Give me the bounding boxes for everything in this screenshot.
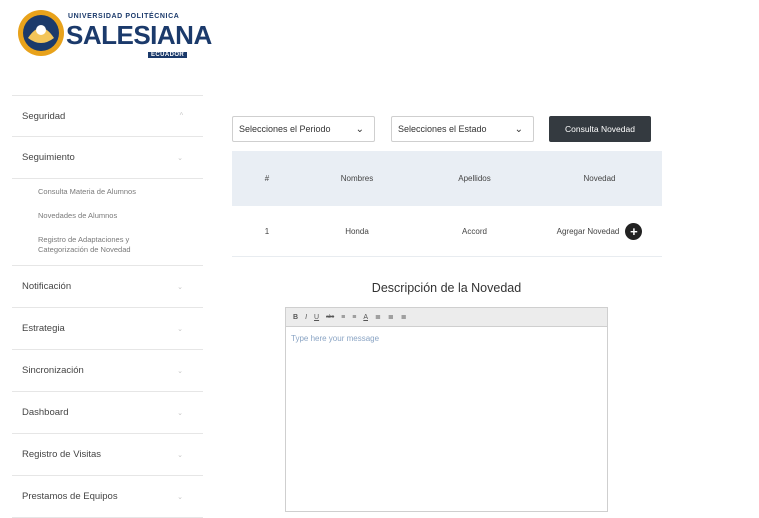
agregar-novedad-label[interactable]: Agregar Novedad: [557, 227, 620, 236]
sidebar-item-label: Seguridad: [22, 110, 66, 122]
sidebar-item-label: Notificación: [22, 281, 72, 292]
sidebar-item-dashboard[interactable]: Dashboard ⌄: [12, 392, 203, 434]
editor-toolbar: B I U abc ≡ ≡ A ≣ ≣ ≣: [286, 308, 607, 327]
chevron-down-icon: ⌄: [514, 124, 523, 135]
sidebar-item-registro-visitas[interactable]: Registro de Visitas ⌄: [12, 434, 203, 476]
sidebar-item-label: Registro de Visitas: [22, 449, 102, 460]
sidebar-item-notificacion[interactable]: Notificación ⌄: [12, 266, 203, 308]
sidebar-item-seguridad[interactable]: Seguridad ^: [12, 95, 203, 137]
seal-icon: [18, 10, 64, 56]
sidebar-subitem-consulta-materia[interactable]: Consulta Materia de Alumnos: [38, 187, 203, 197]
sidebar-item-seguimiento[interactable]: Seguimiento ⌄: [12, 137, 203, 179]
rich-text-editor[interactable]: B I U abc ≡ ≡ A ≣ ≣ ≣ Type here your mes…: [285, 307, 608, 512]
table-row: 1 Honda Accord Agregar Novedad +: [232, 206, 662, 257]
chevron-up-icon: ^: [179, 112, 183, 120]
sidebar-subitem-novedades[interactable]: Novedades de Alumnos: [38, 211, 203, 221]
table-header: # Nombres Apellidos Novedad: [232, 151, 662, 206]
chevron-down-icon: ⌄: [177, 283, 183, 291]
cell-novedad: Agregar Novedad +: [537, 222, 662, 240]
description-title: Descripción de la Novedad: [371, 281, 522, 295]
sidebar-submenu: Consulta Materia de Alumnos Novedades de…: [12, 179, 203, 266]
estado-select[interactable]: Selecciones el Estado ⌄: [391, 116, 534, 142]
logo-university-text: UNIVERSIDAD POLITÉCNICA: [68, 13, 180, 20]
header-novedad: Novedad: [583, 174, 616, 183]
chevron-down-icon: ⌄: [355, 124, 364, 135]
align-center-icon[interactable]: ≣: [388, 313, 394, 321]
cell-nombres: Honda: [345, 226, 369, 236]
logo-name-text: SALESIANA: [66, 20, 212, 50]
consulta-novedad-button[interactable]: Consulta Novedad: [549, 116, 651, 142]
sidebar-item-label: Prestamos de Equipos: [22, 491, 118, 502]
sidebar-item-label: Sincronización: [22, 365, 84, 376]
chevron-down-icon: ⌄: [177, 493, 183, 501]
bold-icon[interactable]: B: [293, 314, 298, 321]
cell-apellidos: Accord: [462, 226, 487, 236]
sidebar-item-label: Estrategia: [22, 323, 65, 334]
sidebar-item-estrategia[interactable]: Estrategia ⌄: [12, 308, 203, 350]
font-color-icon[interactable]: A: [363, 314, 368, 321]
editor-placeholder[interactable]: Type here your message: [286, 327, 607, 350]
periodo-select-value: Selecciones el Periodo: [239, 124, 331, 134]
numbered-list-icon[interactable]: ≡: [352, 314, 356, 321]
cell-number: 1: [264, 226, 270, 236]
logo-country-text: ECUADOR: [148, 52, 188, 58]
chevron-down-icon: ⌄: [177, 154, 183, 162]
strikethrough-icon[interactable]: abc: [326, 314, 334, 320]
sidebar: Seguridad ^ Seguimiento ⌄ Consulta Mater…: [12, 95, 203, 518]
sidebar-item-sincronizacion[interactable]: Sincronización ⌄: [12, 350, 203, 392]
sidebar-item-label: Seguimiento: [22, 152, 75, 163]
italic-icon[interactable]: I: [305, 314, 307, 321]
chevron-down-icon: ⌄: [177, 409, 183, 417]
plus-icon[interactable]: +: [625, 222, 643, 240]
chevron-down-icon: ⌄: [177, 367, 183, 375]
align-left-icon[interactable]: ≣: [375, 313, 381, 321]
underline-icon[interactable]: U: [314, 314, 319, 321]
header-nombres: Nombres: [340, 174, 374, 183]
sidebar-subitem-registro-adaptaciones[interactable]: Registro de Adaptaciones y Categorizació…: [38, 235, 168, 255]
periodo-select[interactable]: Selecciones el Periodo ⌄: [232, 116, 375, 142]
bullet-list-icon[interactable]: ≡: [341, 314, 345, 321]
header-apellidos: Apellidos: [458, 174, 491, 183]
chevron-down-icon: ⌄: [177, 451, 183, 459]
novedades-table: # Nombres Apellidos Novedad 1 Honda Acco…: [232, 151, 662, 257]
header-number: #: [264, 174, 270, 183]
estado-select-value: Selecciones el Estado: [398, 124, 487, 134]
university-logo: UNIVERSIDAD POLITÉCNICA SALESIANA ECUADO…: [16, 8, 212, 60]
chevron-down-icon: ⌄: [177, 325, 183, 333]
sidebar-item-label: Dashboard: [22, 407, 69, 418]
align-right-icon[interactable]: ≣: [401, 313, 407, 321]
